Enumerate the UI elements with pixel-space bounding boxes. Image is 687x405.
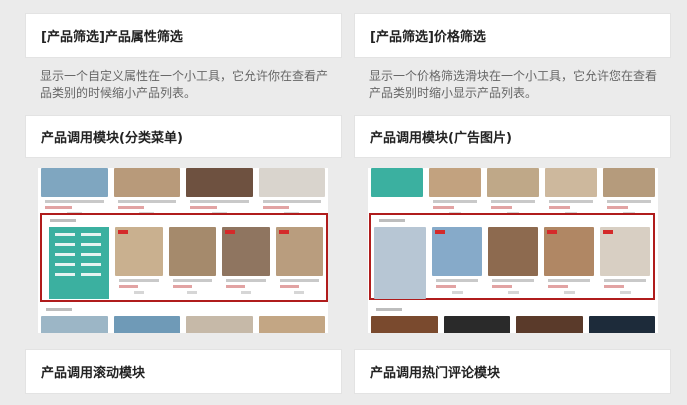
highlight-box bbox=[369, 213, 655, 300]
card-scroll[interactable]: 产品调用滚动模块 bbox=[25, 349, 342, 394]
highlight-box bbox=[40, 213, 328, 302]
preview-ad-image bbox=[368, 168, 658, 333]
preview-category-menu bbox=[38, 168, 328, 333]
card-title: [产品筛选]产品属性筛选 bbox=[41, 30, 183, 45]
card-title: 产品调用热门评论模块 bbox=[370, 366, 501, 381]
card-ad-image[interactable]: 产品调用模块(广告图片) bbox=[354, 115, 671, 158]
card-description: 显示一个价格筛选滑块在一个小工具，它允许您在查看产品类别时缩小显示产品列表。 bbox=[369, 69, 658, 100]
card-hot-comments[interactable]: 产品调用热门评论模块 bbox=[354, 349, 671, 394]
card-description: 显示一个自定义属性在一个小工具，它允许你在查看产品类别的时候缩小产品列表。 bbox=[40, 69, 329, 100]
category-menu bbox=[49, 227, 109, 299]
card-title: 产品调用滚动模块 bbox=[41, 366, 146, 381]
card-category-menu[interactable]: 产品调用模块(分类菜单) bbox=[25, 115, 342, 158]
card-title: 产品调用模块(分类菜单) bbox=[41, 131, 183, 146]
card-title: 产品调用模块(广告图片) bbox=[370, 131, 512, 146]
card-price-filter[interactable]: [产品筛选]价格筛选 bbox=[354, 13, 671, 58]
card-attr-filter[interactable]: [产品筛选]产品属性筛选 bbox=[25, 13, 342, 58]
card-title: [产品筛选]价格筛选 bbox=[370, 30, 486, 45]
